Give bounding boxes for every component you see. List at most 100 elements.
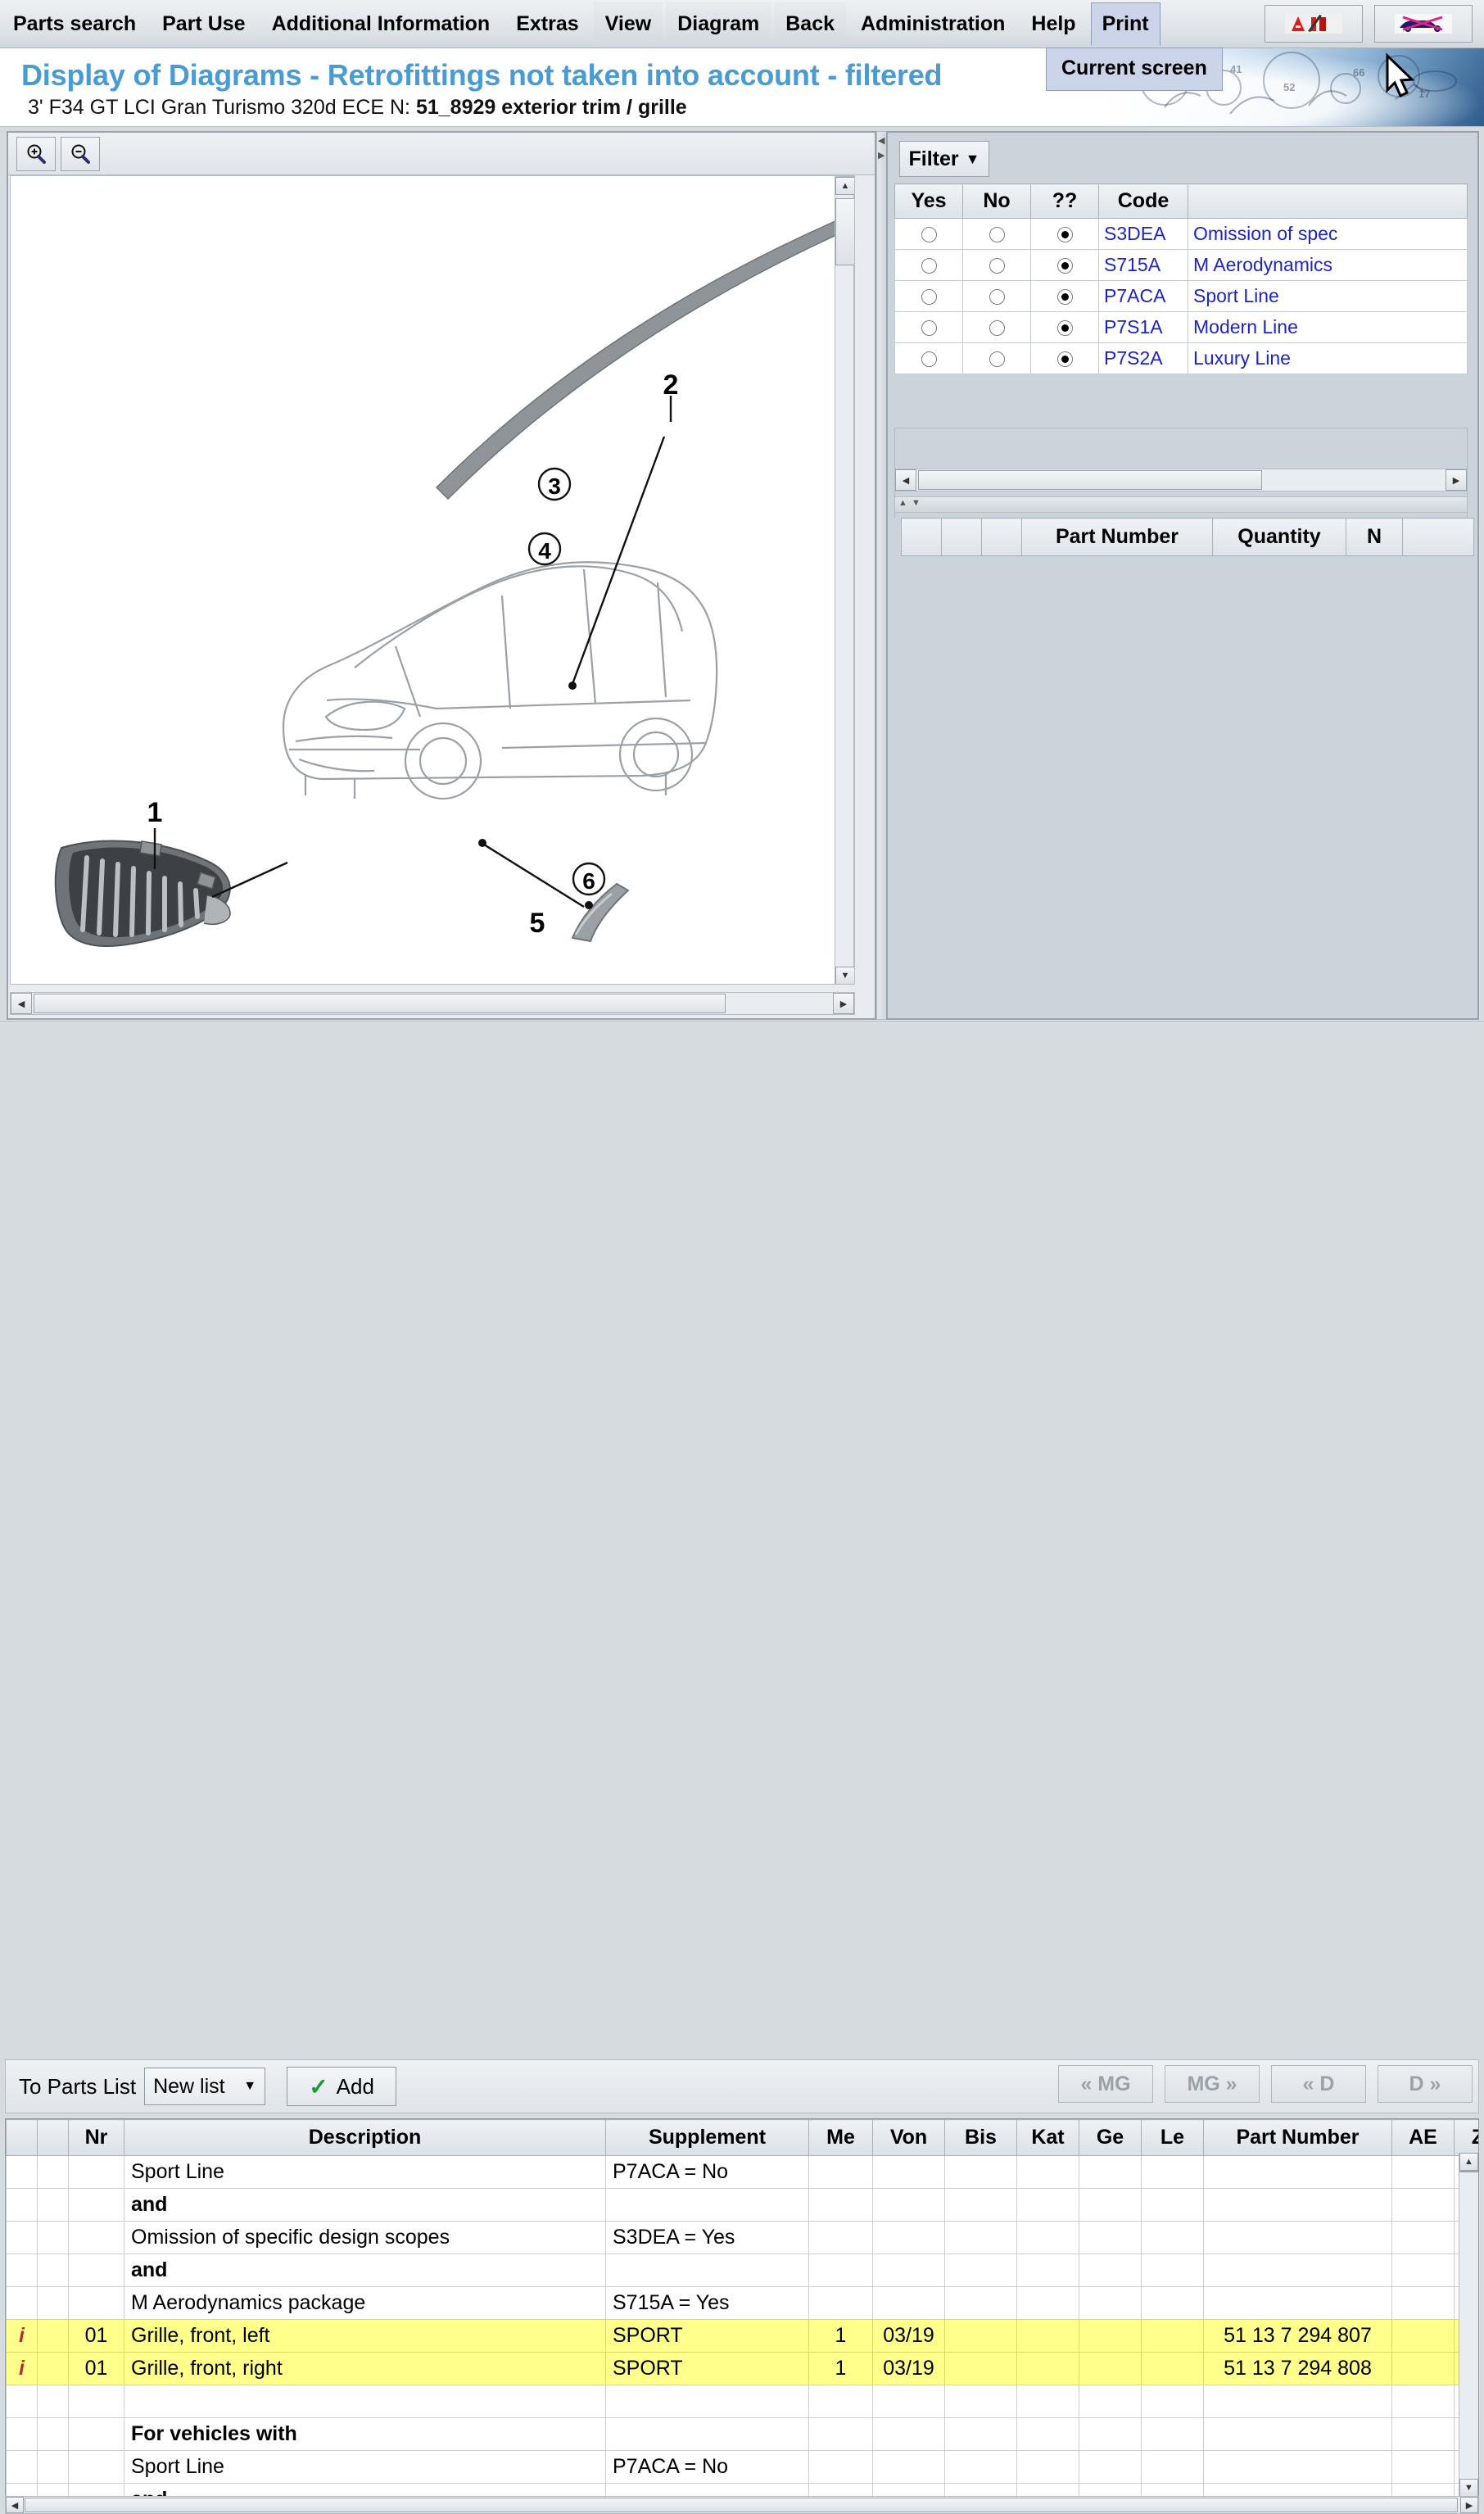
grid-col-nr[interactable]: Nr — [68, 2119, 124, 2156]
table-row[interactable]: Sport Line P7ACA = No — [6, 2450, 1478, 2484]
grid-col-kat[interactable]: Kat — [1016, 2119, 1079, 2156]
grid-col-supplement[interactable]: Supplement — [605, 2119, 809, 2156]
table-row[interactable]: Sport Line P7ACA = No — [6, 2155, 1478, 2189]
radio-unknown[interactable] — [1030, 218, 1099, 250]
code-table-row[interactable]: S3DEA Omission of spec — [894, 218, 1468, 250]
radio-no[interactable] — [962, 311, 1031, 343]
code-description[interactable]: Sport Line — [1188, 280, 1468, 312]
code-value[interactable]: P7S1A — [1098, 311, 1188, 343]
radio-no-icon[interactable] — [989, 227, 1005, 243]
table-row[interactable]: i 01 Grille, front, left SPORT 1 03/19 51 13 7… — [6, 2319, 1478, 2353]
code-value[interactable]: P7ACA — [1098, 280, 1188, 312]
radio-unknown-icon[interactable] — [1056, 351, 1073, 368]
zoom-out-button[interactable] — [61, 136, 100, 171]
radio-yes-icon[interactable] — [921, 320, 937, 337]
aftersales-logo-button[interactable] — [1265, 5, 1363, 43]
table-row[interactable]: M Aerodynamics package S715A = Yes — [6, 2286, 1478, 2320]
info-icon[interactable]: i — [19, 2357, 25, 2380]
diagram-horizontal-scrollbar[interactable]: ◀ ▶ — [10, 992, 855, 1015]
info-icon[interactable]: i — [19, 2324, 25, 2347]
scroll-right-arrow[interactable]: ▶ — [833, 993, 854, 1014]
radio-yes[interactable] — [894, 311, 963, 343]
code-table-row[interactable]: S715A M Aerodynamics — [894, 249, 1468, 281]
parts-grid-hscrollbar[interactable]: ◀ ▶ — [5, 2496, 1479, 2514]
radio-unknown[interactable] — [1030, 342, 1099, 374]
radio-yes[interactable] — [894, 342, 963, 374]
table-row[interactable]: For vehicles with — [6, 2417, 1478, 2451]
table-row[interactable]: and — [6, 2254, 1478, 2287]
scroll-right-arrow[interactable]: ▶ — [1460, 2497, 1478, 2513]
menu-item-extras[interactable]: Extras — [504, 2, 590, 46]
scroll-down-arrow[interactable]: ▼ — [1459, 2479, 1478, 2496]
code-description[interactable]: Modern Line — [1188, 311, 1468, 343]
parts-list-select[interactable]: New list ▼ — [144, 2068, 266, 2105]
diagram-canvas[interactable]: 1 2 5 3 4 6 ▲ ▼ — [10, 175, 855, 985]
diagram-vertical-scrollbar[interactable]: ▲ ▼ — [835, 176, 854, 984]
code-description[interactable]: M Aerodynamics — [1188, 249, 1468, 281]
radio-unknown[interactable] — [1030, 311, 1099, 343]
vehicles-logo-button[interactable] — [1374, 5, 1473, 43]
grid-col-me[interactable]: Me — [808, 2119, 873, 2156]
filter-dropdown-button[interactable]: Filter ▼ — [899, 141, 989, 177]
parts-grid-hscroll-thumb[interactable] — [25, 2498, 1458, 2512]
radio-no[interactable] — [962, 280, 1031, 312]
radio-no[interactable] — [962, 249, 1031, 281]
radio-unknown-icon[interactable] — [1056, 320, 1073, 337]
code-description[interactable]: Luxury Line — [1188, 342, 1468, 374]
radio-unknown[interactable] — [1030, 280, 1099, 312]
scroll-up-arrow[interactable]: ▲ — [835, 177, 854, 195]
radio-no[interactable] — [962, 218, 1031, 250]
radio-yes-icon[interactable] — [921, 289, 937, 306]
table-row[interactable] — [6, 2385, 1478, 2418]
splitter-collapse-up[interactable]: ▲ — [898, 498, 907, 508]
grid-col-blank-1[interactable] — [37, 2119, 69, 2156]
grid-col-part-number[interactable]: Part Number — [1203, 2119, 1392, 2156]
radio-yes-icon[interactable] — [921, 258, 937, 274]
grid-col-von[interactable]: Von — [872, 2119, 945, 2156]
menu-item-print[interactable]: Print — [1090, 2, 1161, 46]
table-row[interactable]: i 01 Grille, front, right SPORT 1 03/19 51 13 … — [6, 2352, 1478, 2385]
scroll-left-arrow[interactable]: ◀ — [11, 993, 32, 1014]
parts-grid[interactable]: Nr Description Supplement Me Von Bis Kat Ge Le Pa… — [6, 2119, 1478, 2496]
parts-grid-vscrollbar[interactable]: ▲ ▼ — [1459, 2153, 1478, 2496]
scroll-up-arrow[interactable]: ▲ — [1459, 2153, 1478, 2171]
radio-no-icon[interactable] — [989, 258, 1005, 274]
grid-col-z[interactable]: Z — [1454, 2119, 1478, 2156]
add-button[interactable]: ✓ Add — [287, 2067, 397, 2106]
radio-unknown[interactable] — [1030, 249, 1099, 281]
table-row[interactable]: and — [6, 2483, 1478, 2496]
radio-unknown-icon[interactable] — [1056, 227, 1073, 243]
radio-no-icon[interactable] — [989, 351, 1005, 368]
zoom-in-button[interactable] — [16, 136, 56, 171]
diagram-hscroll-thumb[interactable] — [34, 994, 726, 1013]
code-hscroll-thumb[interactable] — [918, 470, 1262, 490]
radio-yes-icon[interactable] — [921, 227, 937, 243]
radio-yes[interactable] — [894, 249, 963, 281]
grid-col-blank-0[interactable] — [6, 2119, 38, 2156]
menu-item-additional-information[interactable]: Additional Information — [260, 2, 502, 46]
menu-item-view[interactable]: View — [593, 2, 663, 46]
part-detail-table[interactable]: Part Number Quantity N — [901, 518, 1474, 969]
grid-col-bis[interactable]: Bis — [944, 2119, 1017, 2156]
grid-col-ae[interactable]: AE — [1391, 2119, 1455, 2156]
parts-grid-container[interactable]: Nr Description Supplement Me Von Bis Kat Ge Le Pa… — [5, 2118, 1479, 2497]
splitter-collapse-left[interactable]: ◀ — [878, 135, 885, 146]
radio-no-icon[interactable] — [989, 320, 1005, 337]
menu-item-administration[interactable]: Administration — [849, 2, 1016, 46]
code-description[interactable]: Omission of spec — [1188, 218, 1468, 250]
radio-no[interactable] — [962, 342, 1031, 374]
splitter-collapse-right[interactable]: ▶ — [878, 150, 885, 161]
code-value[interactable]: S3DEA — [1098, 218, 1188, 250]
code-table-hscrollbar[interactable]: ◀ ▶ — [894, 469, 1468, 491]
code-table-row[interactable]: P7ACA Sport Line — [894, 280, 1468, 312]
table-row[interactable]: and — [6, 2188, 1478, 2222]
diagram-vscroll-thumb[interactable] — [835, 198, 854, 265]
code-value[interactable]: P7S2A — [1098, 342, 1188, 374]
menu-item-part-use[interactable]: Part Use — [151, 2, 256, 46]
grid-col-le[interactable]: Le — [1141, 2119, 1204, 2156]
menu-item-diagram[interactable]: Diagram — [666, 2, 771, 46]
code-filter-table[interactable]: Yes No ?? Code S3DEA Omission of spec S715… — [894, 183, 1468, 374]
menu-item-back[interactable]: Back — [774, 2, 846, 46]
scroll-right-arrow[interactable]: ▶ — [1446, 469, 1467, 491]
grid-col-description[interactable]: Description — [124, 2119, 606, 2156]
